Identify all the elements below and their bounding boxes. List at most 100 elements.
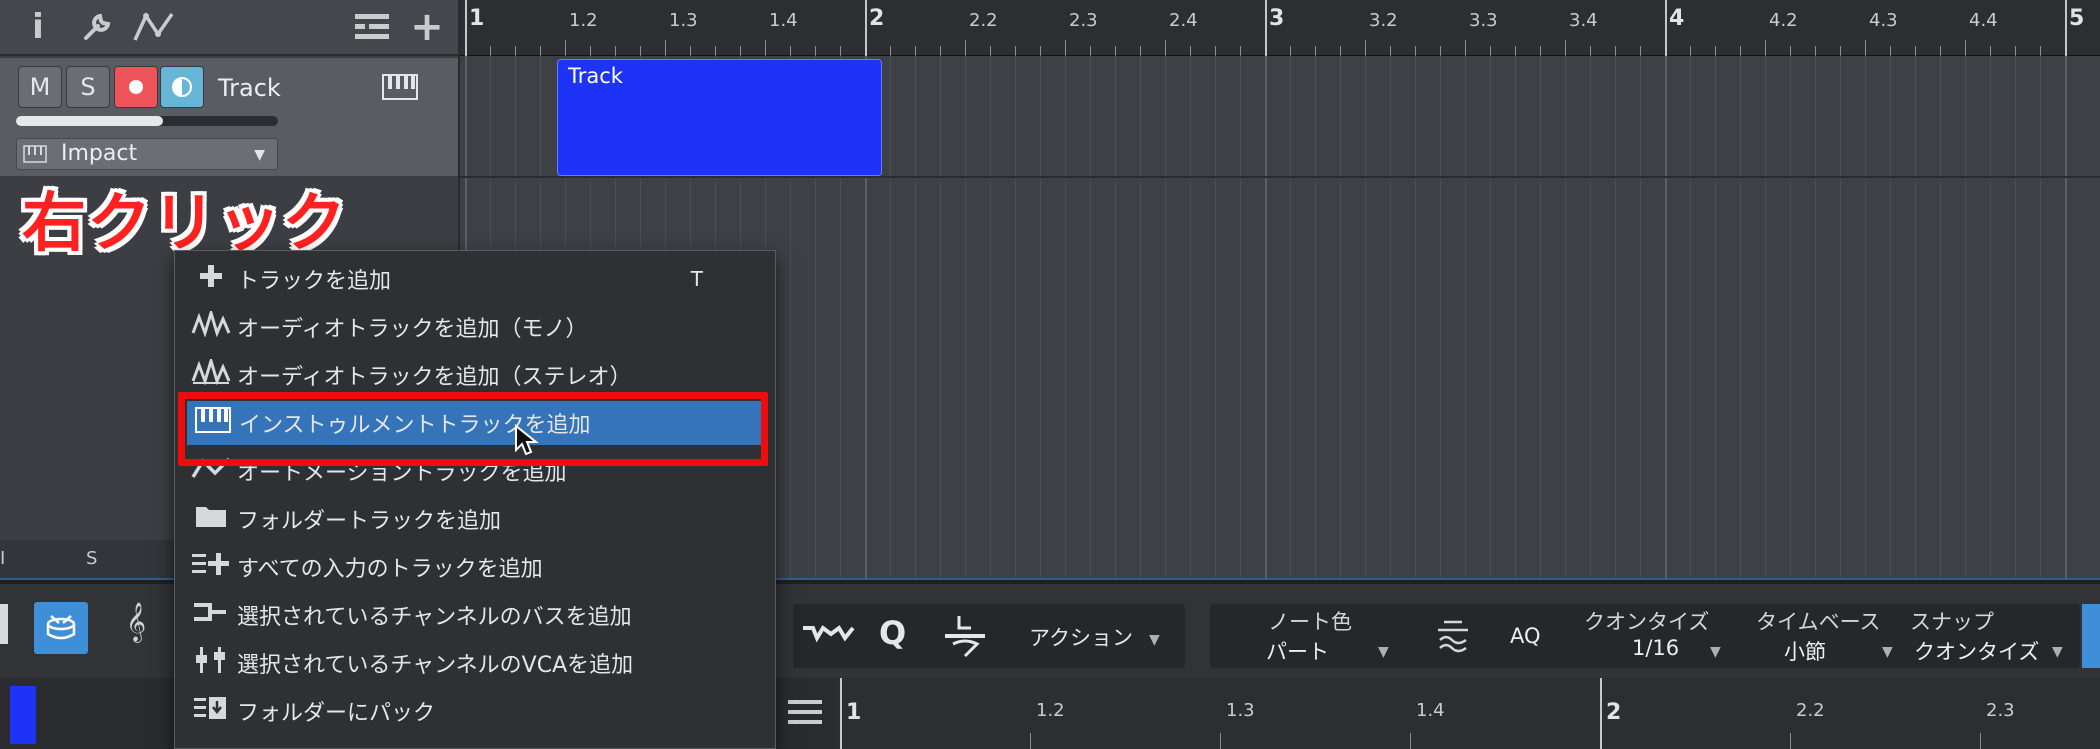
ruler-bar-tick: [1265, 0, 1267, 56]
menu-item-plus[interactable]: トラックを追加 T: [185, 257, 765, 301]
folder-icon: [185, 503, 237, 535]
grid-line: [1215, 56, 1216, 578]
grid-line: [1515, 56, 1516, 578]
menu-item-folder[interactable]: フォルダートラックを追加: [185, 497, 765, 541]
menu-item-shortcut: T: [690, 267, 703, 291]
timebase-value[interactable]: 小節: [1784, 636, 1826, 666]
record-arm-button[interactable]: [114, 66, 158, 108]
transform-icon[interactable]: [943, 614, 987, 662]
highlight-box-annotation: [178, 392, 768, 466]
grid-line: [965, 56, 966, 578]
wrench-icon[interactable]: [74, 4, 120, 50]
info-icon[interactable]: i: [20, 4, 56, 50]
editor-left-edge: [0, 604, 8, 644]
track-name[interactable]: Track: [218, 68, 281, 108]
solo-button[interactable]: S: [66, 66, 110, 108]
grid-line: [1040, 56, 1041, 578]
bus-icon: [185, 599, 237, 631]
ruler-sub-tick: [915, 46, 916, 56]
keyboard-icon: [382, 74, 418, 104]
ruler-sub-tick: [1315, 46, 1316, 56]
editor-ruler-label: 1.4: [1416, 700, 1445, 721]
editor-ruler-tick: [1980, 733, 1981, 749]
menu-item-label: フォルダートラックを追加: [237, 509, 502, 534]
ruler-beat-tick: [765, 40, 766, 56]
quantize-value[interactable]: 1/16: [1632, 636, 1679, 660]
drum-editor-button[interactable]: [34, 602, 88, 654]
strip-label-input: I: [0, 548, 6, 569]
list-view-icon[interactable]: [352, 4, 392, 50]
grid-line: [1890, 56, 1891, 578]
ruler-beat-tick: [1965, 40, 1966, 56]
ruler-label: 2.4: [1169, 10, 1198, 31]
ruler-sub-tick: [615, 46, 616, 56]
ruler-label: 5: [2069, 6, 2085, 31]
menu-item-label: フォルダーにパック: [237, 701, 436, 726]
score-editor-icon[interactable]: 𝄞: [126, 602, 146, 642]
grid-line: [915, 56, 916, 578]
volume-slider[interactable]: [16, 116, 278, 126]
grid-line: [890, 56, 891, 578]
editor-ruler-track[interactable]: 1 1.2 1.3 1.4 2 2.2 2.3: [836, 678, 2100, 749]
instrument-select[interactable]: Impact ▼: [16, 138, 278, 170]
ruler-sub-tick: [715, 46, 716, 56]
grid-line: [1815, 56, 1816, 578]
inspector-edge-button[interactable]: [2082, 604, 2100, 668]
ruler-label: 1.3: [669, 10, 698, 31]
grid-line: [1540, 56, 1541, 578]
ruler-sub-tick: [990, 46, 991, 56]
grid-line: [1090, 56, 1091, 578]
quantize-button[interactable]: Q: [879, 614, 906, 652]
grid-line: [1315, 56, 1316, 578]
ruler-sub-tick: [1090, 46, 1091, 56]
editor-list-icon[interactable]: [788, 698, 822, 730]
grid-line: [1240, 56, 1241, 578]
ruler-label: 3.2: [1369, 10, 1398, 31]
vca-icon: [185, 647, 237, 679]
add-track-button[interactable]: +: [406, 4, 448, 50]
chevron-down-icon: ▼: [254, 147, 265, 163]
ruler-beat-tick: [1765, 40, 1766, 56]
track-header[interactable]: M S Track Impact ▼: [0, 58, 458, 176]
editor-part-indicator: [10, 686, 36, 744]
menu-item-label: 選択されているチャンネルのVCAを追加: [237, 653, 634, 678]
menu-item-vca[interactable]: 選択されているチャンネルのVCAを追加: [185, 641, 765, 685]
action-menu[interactable]: アクション: [1029, 622, 1133, 652]
ruler-sub-tick: [1940, 46, 1941, 56]
volume-fill: [16, 116, 163, 126]
ruler-beat-tick: [665, 40, 666, 56]
monitor-button[interactable]: [160, 66, 204, 108]
track-clip[interactable]: Track: [557, 59, 882, 176]
ruler-sub-tick: [1815, 46, 1816, 56]
ruler-label: 4: [1669, 6, 1685, 31]
chevron-down-icon: ▼: [2052, 644, 2063, 660]
grid-line: [990, 56, 991, 578]
editor-ruler-tick: [1790, 733, 1791, 749]
editor-ruler-tick: [840, 678, 842, 749]
ruler-sub-tick: [2015, 46, 2016, 56]
grid-line: [1390, 56, 1391, 578]
automation-curve-icon[interactable]: [130, 4, 180, 50]
mute-button[interactable]: M: [18, 66, 62, 108]
ruler-bar-tick: [1665, 0, 1667, 56]
snap-value[interactable]: クオンタイズ: [1914, 636, 2039, 666]
menu-item-bus[interactable]: 選択されているチャンネルのバスを追加: [185, 593, 765, 637]
velocity-curve-icon[interactable]: [801, 620, 855, 654]
menu-item-audio-stereo[interactable]: オーディオトラックを追加（ステレオ）: [185, 353, 765, 397]
ruler-beat-tick: [1465, 40, 1466, 56]
ruler-sub-tick: [815, 46, 816, 56]
note-color-value[interactable]: パート: [1266, 636, 1329, 666]
menu-item-audio-mono[interactable]: オーディオトラックを追加（モノ）: [185, 305, 765, 349]
menu-item-pack-folder[interactable]: フォルダーにパック: [185, 689, 765, 733]
grid-line: [1965, 56, 1966, 578]
ruler-label: 3.4: [1569, 10, 1598, 31]
aq-button[interactable]: AQ: [1510, 624, 1541, 648]
ruler-label: 2.3: [1069, 10, 1098, 31]
humanize-icon[interactable]: [1436, 618, 1470, 658]
ruler-sub-tick: [1890, 46, 1891, 56]
timeline-ruler[interactable]: 1 1.2 1.3 1.4 2 2.2 2.3 2.4 3 3.2 3.3 3.4 4 4.2 4.3 4.4…: [460, 0, 2100, 56]
ruler-sub-tick: [1040, 46, 1041, 56]
menu-item-all-inputs[interactable]: すべての入力のトラックを追加: [185, 545, 765, 589]
ruler-beat-tick: [1865, 40, 1866, 56]
ruler-sub-tick: [1990, 46, 1991, 56]
